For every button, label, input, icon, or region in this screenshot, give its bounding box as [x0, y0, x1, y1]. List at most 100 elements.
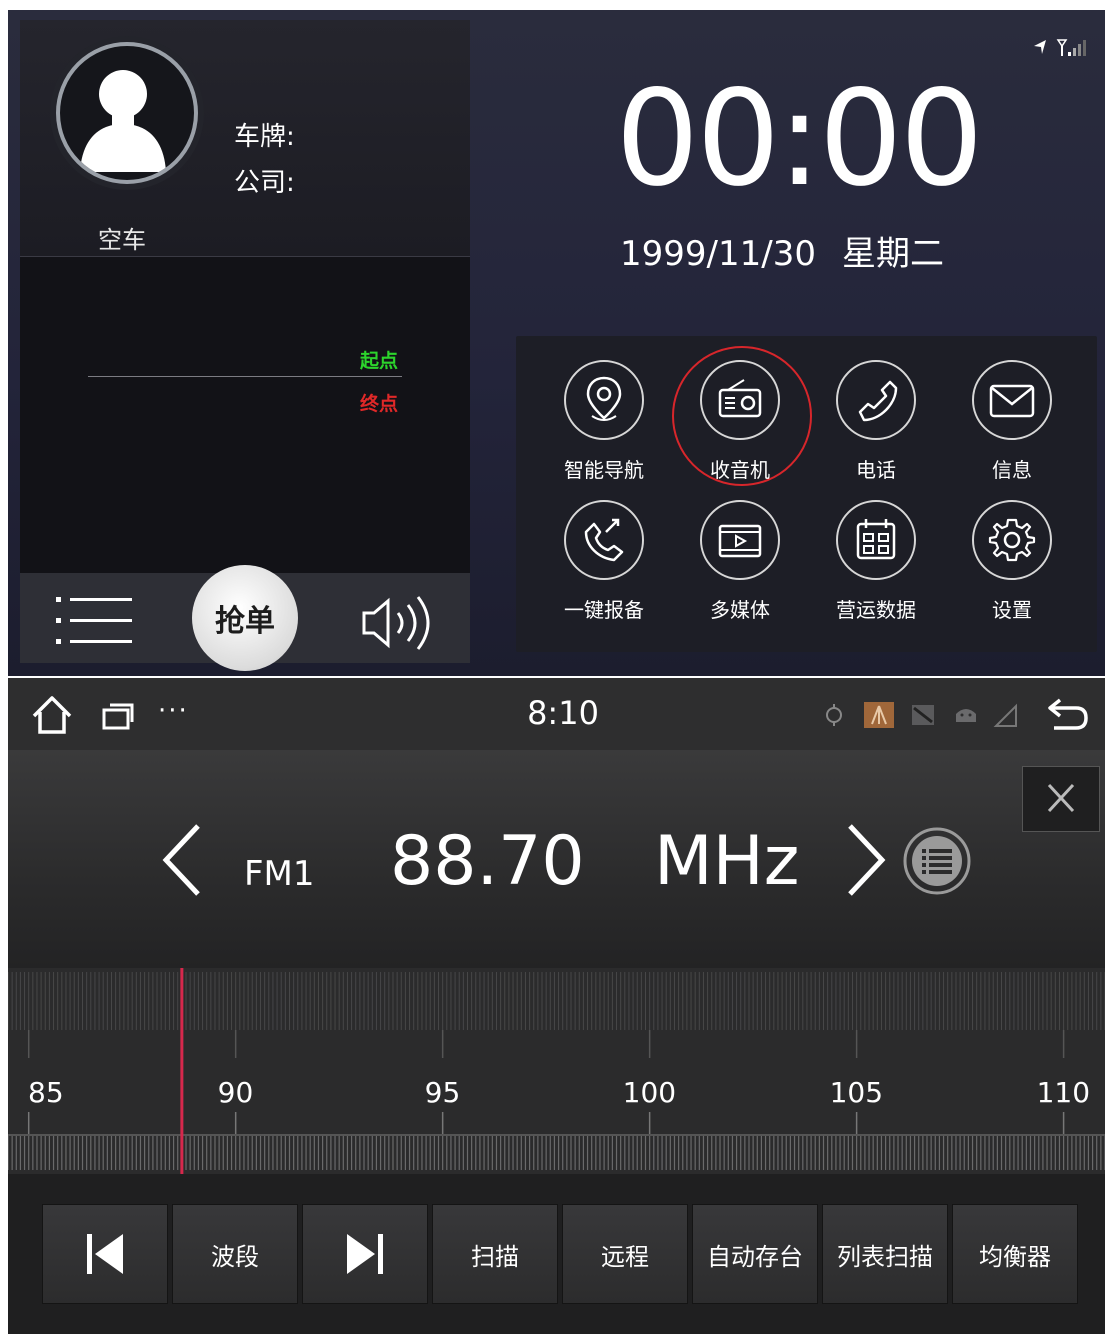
equalizer-button[interactable]: 均衡器	[952, 1204, 1078, 1304]
notification-icons	[826, 702, 1017, 728]
app-icon-ring	[836, 500, 916, 580]
phone-icon	[858, 380, 898, 422]
prev-frequency-button[interactable]	[156, 820, 206, 900]
app-navigation[interactable]: 智能导航	[538, 360, 674, 500]
station-list-button[interactable]	[902, 826, 972, 896]
frequency-scale[interactable]: 85 90 95 100 105 110	[8, 968, 1105, 1174]
frequency-unit: MHz	[654, 822, 800, 901]
scale-label: 95	[424, 1076, 461, 1109]
scale-baseline	[8, 1134, 1105, 1136]
skip-previous-icon	[87, 1234, 123, 1274]
app-label: 多媒体	[710, 598, 770, 622]
home-button[interactable]	[30, 694, 74, 736]
driver-bottom-bar: 抢单	[20, 565, 470, 671]
app-label: 智能导航	[564, 458, 644, 482]
speaker-icon	[362, 596, 430, 650]
auto-store-button[interactable]: 自动存台	[692, 1204, 818, 1304]
grab-order-button[interactable]: 抢单	[192, 565, 298, 671]
next-frequency-button[interactable]	[842, 820, 892, 900]
weekday-text: 星期二	[841, 234, 944, 274]
location-pin-icon	[586, 376, 622, 421]
app-label: 营运数据	[836, 598, 916, 622]
more-button[interactable]: ···	[158, 696, 189, 726]
app-radio[interactable]: 收音机	[672, 346, 812, 500]
prev-station-button[interactable]	[42, 1204, 168, 1304]
remote-button[interactable]: 远程	[562, 1204, 688, 1304]
calendar-data-icon	[856, 519, 896, 560]
app-icon-ring	[564, 360, 644, 440]
recent-apps-button[interactable]	[102, 702, 134, 730]
control-bar: 波段 扫描 远程 自动存台 列表扫描 均衡器	[8, 1174, 1105, 1334]
app-icon-ring	[972, 360, 1052, 440]
list-scan-button[interactable]: 列表扫描	[822, 1204, 948, 1304]
app-icon-ring	[836, 360, 916, 440]
phone-report-icon	[584, 518, 624, 562]
app-icon-ring	[972, 500, 1052, 580]
antenna-icon	[864, 702, 894, 728]
list-circle-icon	[903, 827, 971, 895]
chevron-right-icon	[848, 824, 886, 896]
close-button[interactable]	[1022, 766, 1100, 832]
android-icon	[956, 709, 976, 722]
app-icon-ring	[700, 360, 780, 440]
route-panel: 起点 终点	[20, 256, 470, 574]
route-divider	[88, 376, 402, 377]
skip-next-icon	[347, 1234, 383, 1274]
app-icon-ring	[564, 500, 644, 580]
driver-profile: 车牌: 公司: 空车	[20, 20, 470, 257]
app-icon-ring	[700, 500, 780, 580]
radio-screen: ··· 8:10 FM1 88.70 MHz 85 90 95 100 105 …	[8, 678, 1105, 1334]
tuner-header: FM1 88.70 MHz	[8, 750, 1105, 968]
person-icon	[80, 70, 166, 172]
signal-triangle-icon	[993, 703, 1017, 727]
scale-label: 85	[28, 1076, 64, 1109]
frequency-display: 88.70	[390, 822, 585, 901]
next-station-button[interactable]	[302, 1204, 428, 1304]
app-label: 电话	[856, 458, 896, 482]
radio-icon	[718, 379, 762, 418]
gps-icon	[826, 704, 842, 726]
app-label: 信息	[992, 458, 1032, 482]
speaker-button[interactable]	[360, 595, 434, 651]
app-settings[interactable]: 设置	[946, 500, 1082, 640]
app-messages[interactable]: 信息	[946, 360, 1082, 500]
list-button[interactable]	[56, 595, 134, 647]
app-multimedia[interactable]: 多媒体	[674, 500, 810, 640]
signal-icon	[1034, 39, 1086, 56]
scale-label: 110	[1036, 1076, 1091, 1109]
clock-date: 1999/11/30 星期二	[620, 226, 944, 275]
back-button[interactable]	[1046, 694, 1090, 734]
app-label: 一键报备	[564, 598, 644, 622]
app-operation-data[interactable]: 营运数据	[810, 500, 946, 640]
app-report[interactable]: 一键报备	[538, 500, 674, 640]
app-label: 收音机	[710, 458, 770, 482]
route-start-label: 起点	[360, 350, 399, 372]
scale-label: 105	[829, 1076, 884, 1109]
chevron-left-icon	[162, 824, 200, 896]
band-label: FM1	[244, 854, 315, 894]
back-icon	[1048, 698, 1088, 730]
film-icon	[718, 524, 762, 558]
home-icon	[32, 696, 72, 734]
plate-label: 车牌:	[234, 122, 295, 152]
vehicle-status: 空车	[98, 226, 146, 254]
scale-label: 100	[622, 1076, 677, 1109]
taxi-home-screen: 车牌: 公司: 空车 起点 终点 抢单 00:00 1999/11/30 星期二…	[8, 10, 1105, 676]
app-phone[interactable]: 电话	[810, 360, 946, 500]
avatar[interactable]	[56, 42, 198, 184]
company-label: 公司:	[234, 168, 295, 198]
scale-label: 90	[217, 1076, 254, 1109]
driver-panel: 车牌: 公司: 空车 起点 终点 抢单	[20, 20, 470, 671]
app-label: 设置	[992, 598, 1032, 622]
scale-ticks	[8, 968, 1105, 1174]
clock-time: 00:00	[615, 62, 983, 216]
status-time: 8:10	[527, 694, 599, 732]
band-button[interactable]: 波段	[172, 1204, 298, 1304]
image-icon	[912, 705, 934, 725]
scan-button[interactable]: 扫描	[432, 1204, 558, 1304]
gear-icon	[988, 518, 1036, 562]
envelope-icon	[989, 384, 1035, 418]
app-grid: 智能导航 收音机 电话 信息 一键报备 多媒体 营运数据 设置	[516, 336, 1097, 652]
close-icon	[1047, 783, 1075, 813]
list-icon	[56, 597, 132, 644]
